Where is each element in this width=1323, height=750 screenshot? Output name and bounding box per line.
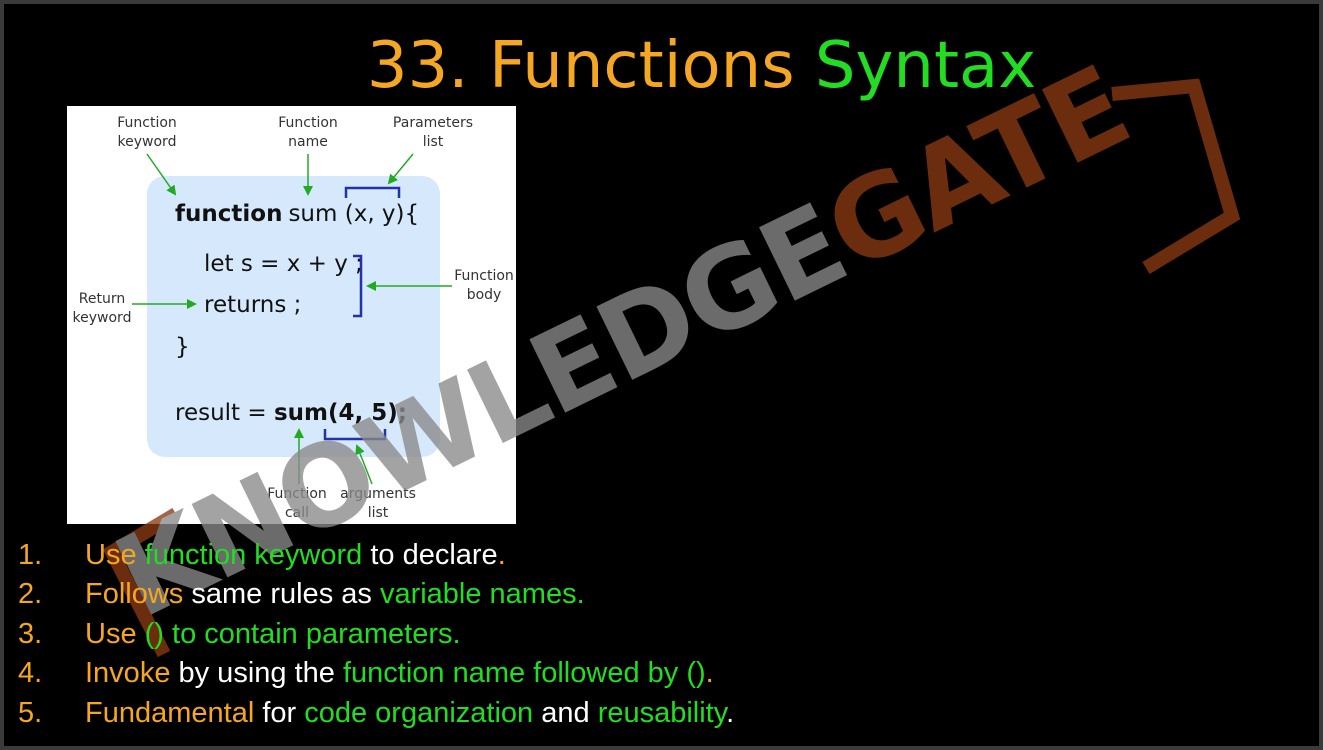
list-item-text: Follows: [85, 578, 192, 611]
list-item-text: by using the: [178, 657, 343, 690]
svg-text:call: call: [285, 505, 309, 521]
svg-text:name: name: [288, 134, 328, 150]
title-word-syntax: Syntax: [814, 29, 1037, 103]
list-item-text: to declare: [362, 539, 498, 571]
label-function-call: Function: [267, 486, 327, 502]
list-item-text: Fundamental: [85, 696, 263, 729]
list-item-text: for: [262, 696, 305, 729]
list-item-text: Use: [85, 539, 145, 571]
list-item-number: 2.: [18, 578, 43, 611]
code-line-3: returns ;: [204, 292, 301, 318]
code-line-1: function sum (x, y){: [175, 201, 419, 227]
svg-text:body: body: [467, 287, 502, 303]
list-item-number: 5.: [18, 696, 43, 729]
label-function-body: Function: [454, 268, 514, 284]
list-item: 4. Invoke by using the function name foll…: [18, 654, 734, 693]
label-function-keyword: Function: [117, 115, 177, 131]
label-arguments-list: arguments: [340, 486, 416, 502]
code-line-2: let s = x + y ;: [204, 251, 363, 277]
label-function-name: Function: [278, 115, 338, 131]
list-item-text: Use: [85, 617, 145, 650]
slide-title: 33. Functions Syntax: [4, 26, 1319, 106]
list-item-text: .: [726, 696, 735, 729]
list-item-number: 4.: [18, 657, 43, 690]
svg-text:keyword: keyword: [118, 134, 177, 150]
slide: 33. Functions Syntax Function keyword Fu…: [4, 4, 1319, 746]
list-item-text: .: [497, 539, 506, 571]
key-points-list: 1. Use function keyword to declare. 2. Foll…: [18, 536, 734, 733]
title-number: 33.: [366, 29, 469, 103]
code-line-4: }: [175, 334, 190, 360]
list-item-number: 1.: [18, 539, 43, 571]
list-item-text: and: [541, 696, 598, 729]
list-item-text: reusability: [597, 696, 727, 729]
function-syntax-diagram: Function keyword Function name Parameter…: [67, 106, 516, 524]
label-parameters-list: Parameters: [393, 115, 473, 131]
list-item-text: function name followed by (): [342, 657, 706, 690]
list-item-text: function keyword: [144, 539, 363, 571]
list-item-text: same rules as: [191, 578, 380, 611]
list-item: 3. Use () to contain parameters.: [18, 615, 734, 654]
list-item-text: () to contain parameters.: [144, 617, 461, 650]
list-item-text: code organization: [304, 696, 542, 729]
code-line-5: result = sum(4, 5);: [175, 400, 407, 426]
list-item: 5. Fundamental for code organization and …: [18, 694, 734, 733]
list-item-text: Invoke: [85, 657, 179, 690]
list-item-text: variable names.: [379, 578, 585, 611]
svg-text:list: list: [423, 134, 444, 150]
list-item-text: .: [705, 657, 714, 690]
list-item: 2. Follows same rules as variable names.: [18, 575, 734, 614]
watermark-right-bracket: [1111, 78, 1241, 274]
svg-text:list: list: [368, 505, 389, 521]
svg-text:keyword: keyword: [73, 310, 132, 326]
title-word-functions: Functions: [488, 29, 795, 103]
label-return-keyword: Return: [79, 291, 125, 307]
list-item: 1. Use function keyword to declare.: [18, 536, 734, 575]
list-item-number: 3.: [18, 617, 43, 650]
